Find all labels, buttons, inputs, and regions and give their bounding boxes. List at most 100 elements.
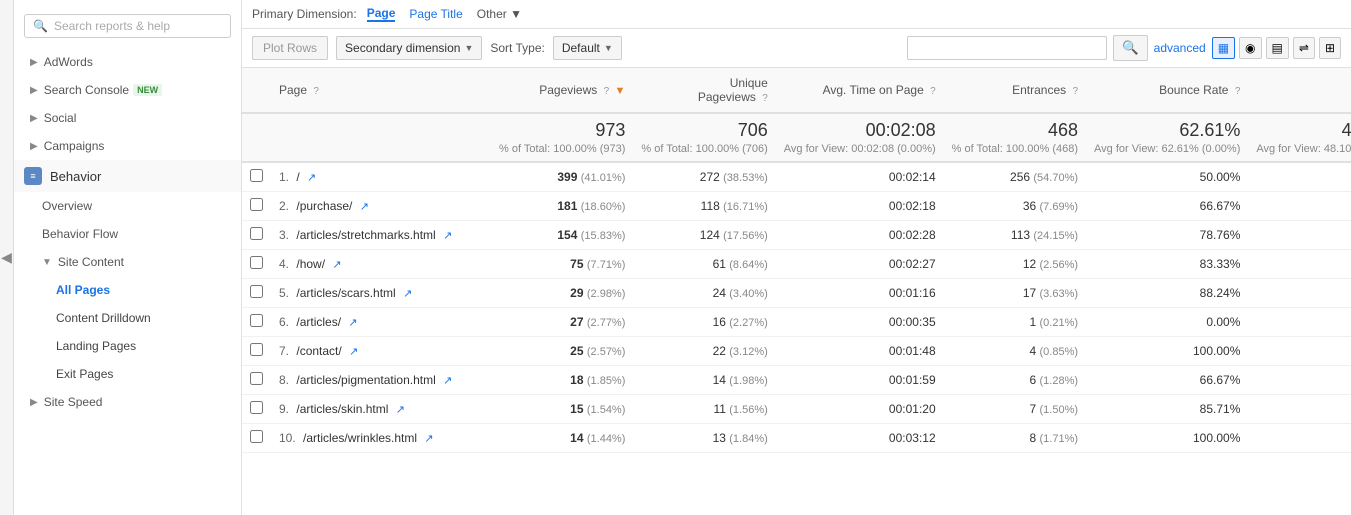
- sidebar-item-site-speed[interactable]: ▶ Site Speed: [14, 388, 241, 416]
- row-checkbox-cell[interactable]: [242, 279, 271, 308]
- row-external-link-icon[interactable]: ↗: [360, 201, 369, 213]
- bounce-rate-help-icon[interactable]: ?: [1235, 86, 1241, 97]
- table-row: 1. / ↗ 399 (41.01%) 272 (38.53%) 00:02:1…: [242, 162, 1351, 192]
- row-external-link-icon[interactable]: ↗: [332, 259, 341, 271]
- view-compare-icon: ⇌: [1299, 41, 1309, 55]
- sidebar-item-content-drilldown[interactable]: Content Drilldown: [14, 304, 241, 332]
- row-external-link-icon[interactable]: ↗: [424, 433, 433, 445]
- unique-pv-help-icon[interactable]: ?: [762, 93, 768, 104]
- row-page-link[interactable]: /articles/scars.html: [296, 286, 395, 300]
- sidebar-group-acquisition: ▶ AdWords ▶ Search Console NEW ▶ Social …: [14, 48, 241, 160]
- sort-type-dropdown[interactable]: Default ▼: [553, 36, 622, 60]
- sidebar-search-box[interactable]: 🔍 Search reports & help: [24, 14, 231, 38]
- row-page-link[interactable]: /articles/skin.html: [296, 402, 388, 416]
- sidebar-item-adwords[interactable]: ▶ AdWords: [14, 48, 241, 76]
- sidebar-collapse-button[interactable]: ◀: [0, 0, 14, 515]
- row-page-link[interactable]: /articles/: [296, 315, 341, 329]
- row-pageviews: 18 (1.85%): [491, 366, 633, 395]
- secondary-dim-dropdown[interactable]: Secondary dimension ▼: [336, 36, 482, 60]
- entrances-help-icon[interactable]: ?: [1072, 86, 1078, 97]
- row-entrances: 12 (2.56%): [944, 250, 1086, 279]
- row-external-link-icon[interactable]: ↗: [307, 172, 316, 184]
- row-entrances: 4 (0.85%): [944, 337, 1086, 366]
- sidebar-item-site-content[interactable]: ▼ Site Content: [14, 248, 241, 276]
- pageviews-help-icon[interactable]: ?: [604, 86, 610, 97]
- view-bar-button[interactable]: ▤: [1266, 37, 1289, 59]
- row-bounce-rate: 100.00%: [1086, 337, 1248, 366]
- row-external-link-icon[interactable]: ↗: [443, 375, 452, 387]
- row-checkbox-7[interactable]: [250, 372, 263, 385]
- row-num-page: 9. /articles/skin.html ↗: [271, 395, 491, 424]
- view-compare-button[interactable]: ⇌: [1293, 37, 1315, 59]
- other-caret-icon: ▼: [510, 7, 522, 21]
- sidebar-item-all-pages[interactable]: All Pages: [14, 276, 241, 304]
- dim-page-title-link[interactable]: Page Title: [409, 7, 462, 21]
- row-page-link[interactable]: /articles/stretchmarks.html: [296, 228, 435, 242]
- row-checkbox-5[interactable]: [250, 314, 263, 327]
- sidebar-item-campaigns[interactable]: ▶ Campaigns: [14, 132, 241, 160]
- sidebar-item-label: Landing Pages: [56, 339, 136, 353]
- row-checkbox-cell[interactable]: [242, 162, 271, 192]
- view-table-button[interactable]: ▦: [1212, 37, 1235, 59]
- page-help-icon[interactable]: ?: [313, 86, 319, 97]
- sidebar-item-search-console[interactable]: ▶ Search Console NEW: [14, 76, 241, 104]
- row-checkbox-cell[interactable]: [242, 192, 271, 221]
- row-checkbox-cell[interactable]: [242, 308, 271, 337]
- advanced-link[interactable]: advanced: [1154, 41, 1206, 55]
- sidebar-item-overview[interactable]: Overview: [14, 192, 241, 220]
- secondary-dim-label: Secondary dimension: [345, 41, 460, 55]
- sidebar-item-label: Campaigns: [44, 139, 105, 153]
- sidebar-item-label: Behavior Flow: [42, 227, 118, 241]
- table-search-button[interactable]: 🔍: [1113, 35, 1148, 61]
- site-speed-arrow-icon: ▶: [30, 397, 38, 408]
- row-checkbox-cell[interactable]: [242, 250, 271, 279]
- plot-rows-button[interactable]: Plot Rows: [252, 36, 328, 60]
- sidebar-item-landing-pages[interactable]: Landing Pages: [14, 332, 241, 360]
- row-checkbox-3[interactable]: [250, 256, 263, 269]
- summary-avg-time: 00:02:08 Avg for View: 00:02:08 (0.00%): [776, 113, 944, 162]
- row-checkbox-2[interactable]: [250, 227, 263, 240]
- row-pageviews: 25 (2.57%): [491, 337, 633, 366]
- sidebar-item-behavior[interactable]: ≡ Behavior: [14, 160, 241, 192]
- summary-bounce-rate: 62.61% Avg for View: 62.61% (0.00%): [1086, 113, 1248, 162]
- row-external-link-icon[interactable]: ↗: [396, 404, 405, 416]
- row-entrances: 8 (1.71%): [944, 424, 1086, 453]
- sidebar: 🔍 Search reports & help ▶ AdWords ▶ Sear…: [14, 0, 242, 515]
- dim-other-link[interactable]: Other ▼: [477, 7, 522, 21]
- row-bounce-rate: 83.33%: [1086, 250, 1248, 279]
- row-checkbox-1[interactable]: [250, 198, 263, 211]
- row-external-link-icon[interactable]: ↗: [348, 317, 357, 329]
- row-checkbox-4[interactable]: [250, 285, 263, 298]
- row-page-link[interactable]: /how/: [296, 257, 325, 271]
- view-pivot-icon: ⊞: [1325, 41, 1335, 55]
- row-checkbox-cell[interactable]: [242, 337, 271, 366]
- sidebar-item-label: Site Content: [58, 255, 124, 269]
- row-checkbox-cell[interactable]: [242, 395, 271, 424]
- row-checkbox-cell[interactable]: [242, 221, 271, 250]
- avg-time-help-icon[interactable]: ?: [930, 86, 936, 97]
- row-checkbox-9[interactable]: [250, 430, 263, 443]
- row-num-page: 7. /contact/ ↗: [271, 337, 491, 366]
- row-page-link[interactable]: /purchase/: [296, 199, 352, 213]
- row-checkbox-cell[interactable]: [242, 424, 271, 453]
- row-page-link[interactable]: /articles/pigmentation.html: [296, 373, 435, 387]
- row-page-link[interactable]: /contact/: [296, 344, 341, 358]
- row-external-link-icon[interactable]: ↗: [443, 230, 452, 242]
- row-checkbox-8[interactable]: [250, 401, 263, 414]
- view-pie-button[interactable]: ◉: [1239, 37, 1261, 59]
- row-bounce-rate: 0.00%: [1086, 308, 1248, 337]
- row-checkbox-cell[interactable]: [242, 366, 271, 395]
- row-page-link[interactable]: /: [296, 170, 299, 184]
- row-external-link-icon[interactable]: ↗: [403, 288, 412, 300]
- row-checkbox-0[interactable]: [250, 169, 263, 182]
- sidebar-item-social[interactable]: ▶ Social: [14, 104, 241, 132]
- dim-page-link[interactable]: Page: [367, 6, 396, 22]
- row-checkbox-6[interactable]: [250, 343, 263, 356]
- table-search-input[interactable]: [907, 36, 1107, 60]
- sidebar-item-behavior-flow[interactable]: Behavior Flow: [14, 220, 241, 248]
- row-page-link[interactable]: /articles/wrinkles.html: [303, 431, 417, 445]
- view-pivot-button[interactable]: ⊞: [1319, 37, 1341, 59]
- col-header-pct-exit: % Exit ?: [1248, 68, 1351, 113]
- row-external-link-icon[interactable]: ↗: [349, 346, 358, 358]
- sidebar-item-exit-pages[interactable]: Exit Pages: [14, 360, 241, 388]
